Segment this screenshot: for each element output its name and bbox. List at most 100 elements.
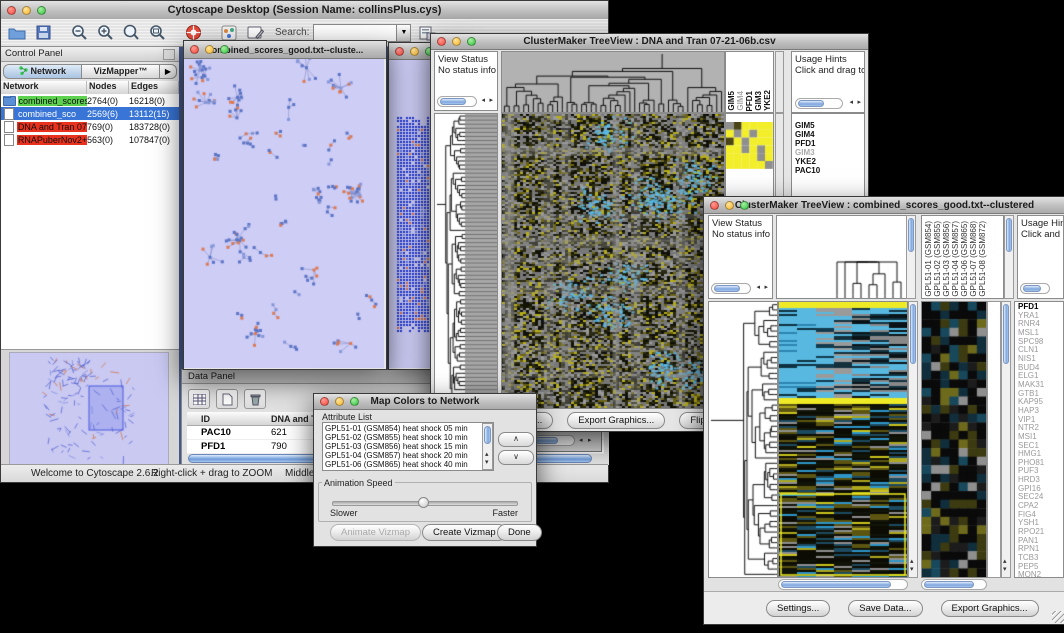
- search-dropdown-button[interactable]: ▼: [397, 24, 411, 42]
- close-icon[interactable]: [320, 397, 329, 406]
- zoom-out-icon[interactable]: [69, 23, 89, 43]
- treeview1-titlebar[interactable]: ClusterMaker TreeView : DNA and Tran 07-…: [431, 34, 868, 50]
- tv2-button[interactable]: Export Graphics...: [941, 600, 1039, 617]
- minimize-icon[interactable]: [410, 47, 419, 56]
- attribute-list-item[interactable]: GPL51-01 (GSM854) heat shock 05 min: [323, 424, 481, 433]
- tv1-gene-label[interactable]: GIM3: [795, 148, 820, 157]
- attribute-list-item[interactable]: GPL51-02 (GSM855) heat shock 10 min: [323, 433, 481, 442]
- tv2-column-dendrogram[interactable]: [776, 215, 908, 299]
- scroll-left-icon[interactable]: [756, 283, 760, 293]
- move-up-button[interactable]: ∧: [498, 432, 534, 447]
- scroll-left-icon[interactable]: [481, 96, 485, 106]
- tab-network[interactable]: Network: [3, 64, 82, 79]
- birdseye-panel[interactable]: [1, 349, 179, 465]
- attribute-list-item[interactable]: GPL51-07 (GSM868) heat shock 60 min: [323, 469, 481, 471]
- minimize-icon[interactable]: [22, 6, 31, 15]
- tv2-status-hscrollbar[interactable]: [711, 283, 751, 294]
- tv2-heatmap-hscrollbar[interactable]: [778, 579, 908, 590]
- attribute-list[interactable]: GPL51-01 (GSM854) heat shock 05 minGPL51…: [322, 422, 494, 471]
- minimize-icon[interactable]: [452, 37, 461, 46]
- col-network[interactable]: Network: [1, 81, 87, 94]
- tv2-zoom-heatmap[interactable]: [921, 301, 987, 578]
- scroll-down-icon[interactable]: [1003, 565, 1007, 575]
- tv2-gene-list[interactable]: PFD1YRA1RNR4MSL1SPC98CLN1NIS1BUD4ELG1MAK…: [1014, 301, 1064, 578]
- zoom-window-icon[interactable]: [740, 201, 749, 210]
- scroll-down-icon[interactable]: [910, 565, 914, 575]
- network-row[interactable]: combined_sco2569(6)13112(15): [1, 107, 179, 120]
- tv1-column-dendrogram[interactable]: [501, 51, 725, 113]
- id-column-header[interactable]: ID: [187, 414, 271, 424]
- tv1-global-heatmap[interactable]: [501, 113, 725, 409]
- close-icon[interactable]: [710, 201, 719, 210]
- birdseye-canvas[interactable]: [9, 352, 169, 465]
- search-input[interactable]: [313, 24, 397, 42]
- resize-grip[interactable]: [1052, 611, 1064, 623]
- zoom-selected-icon[interactable]: [121, 23, 141, 43]
- tv1-gene-label[interactable]: PAC10: [795, 166, 820, 175]
- scroll-left-icon[interactable]: [849, 98, 853, 108]
- done-button[interactable]: Done: [497, 524, 542, 541]
- zoom-window-icon[interactable]: [467, 37, 476, 46]
- scroll-right-icon[interactable]: [764, 283, 768, 293]
- col-nodes[interactable]: Nodes: [87, 81, 129, 94]
- scroll-left-icon[interactable]: [579, 436, 583, 446]
- float-panel-icon[interactable]: [163, 49, 175, 60]
- select-attributes-icon[interactable]: [188, 389, 210, 409]
- zoom-window-icon[interactable]: [220, 45, 229, 54]
- attribute-list-item[interactable]: GPL51-06 (GSM865) heat shock 40 min: [323, 460, 481, 469]
- minimize-icon[interactable]: [725, 201, 734, 210]
- zoom-window-icon[interactable]: [37, 6, 46, 15]
- zoom-fit-icon[interactable]: [147, 23, 167, 43]
- network-row[interactable]: DNA and Tran 07769(0)183728(0): [1, 120, 179, 133]
- delete-attribute-icon[interactable]: [244, 389, 266, 409]
- close-icon[interactable]: [190, 45, 199, 54]
- main-titlebar[interactable]: Cytoscape Desktop (Session Name: collins…: [1, 1, 608, 20]
- tv1-button[interactable]: Export Graphics...: [567, 412, 665, 429]
- tv1-row-dendrogram[interactable]: [434, 113, 498, 409]
- tv2-zoom-hscrollbar[interactable]: [921, 579, 987, 590]
- zoom-in-icon[interactable]: [95, 23, 115, 43]
- save-icon[interactable]: [33, 23, 53, 43]
- open-file-icon[interactable]: [7, 23, 27, 43]
- minimize-icon[interactable]: [335, 397, 344, 406]
- slider-thumb[interactable]: [418, 497, 429, 508]
- tv2-hints-hscrollbar[interactable]: [1020, 283, 1050, 294]
- network-row[interactable]: combined_scores2764(0)16218(0): [1, 94, 179, 107]
- create-vizmap-button[interactable]: Create Vizmap: [422, 524, 507, 541]
- tv2-coldendro-vscrollbar[interactable]: [906, 215, 916, 299]
- animation-slider[interactable]: [332, 497, 516, 507]
- tv2-row-dendrogram[interactable]: [708, 301, 778, 578]
- tv1-gene-label[interactable]: PFD1: [795, 139, 820, 148]
- treeview2-titlebar[interactable]: ClusterMaker TreeView : combined_scores_…: [704, 197, 1064, 214]
- zoom-window-icon[interactable]: [350, 397, 359, 406]
- tv2-genelist-vscrollbar[interactable]: [1001, 301, 1011, 578]
- animate-vizmap-button[interactable]: Animate Vizmap: [330, 524, 421, 541]
- minimize-icon[interactable]: [205, 45, 214, 54]
- tv1-hints-hscrollbar[interactable]: [795, 98, 843, 109]
- attribute-list-vscrollbar[interactable]: [482, 423, 493, 470]
- network-row[interactable]: RNAPuberNov2+563(0)107847(0): [1, 133, 179, 146]
- scroll-right-icon[interactable]: [588, 436, 592, 446]
- tv2-button[interactable]: Settings...: [766, 600, 830, 617]
- close-icon[interactable]: [7, 6, 16, 15]
- move-down-button[interactable]: ∨: [498, 450, 534, 465]
- tv1-status-hscrollbar[interactable]: [437, 96, 477, 107]
- tv2-collabels-vscrollbar[interactable]: [1004, 215, 1014, 299]
- tab-overflow-button[interactable]: ▶: [160, 64, 177, 79]
- scroll-right-icon[interactable]: [489, 96, 493, 106]
- tv1-gene-label[interactable]: GIM4: [795, 130, 820, 139]
- tv1-gene-label[interactable]: YKE2: [795, 157, 820, 166]
- scroll-right-icon[interactable]: [857, 98, 861, 108]
- tv1-gene-label[interactable]: GIM5: [795, 121, 820, 130]
- tv2-global-heatmap[interactable]: [778, 301, 908, 578]
- col-edges[interactable]: Edges: [129, 81, 179, 94]
- attribute-list-item[interactable]: GPL51-03 (GSM856) heat shock 15 min: [323, 442, 481, 451]
- network1-titlebar[interactable]: combined_scores_good.txt--cluste...: [184, 41, 386, 59]
- tab-vizmapper[interactable]: VizMapper™: [82, 64, 160, 79]
- attribute-list-item[interactable]: GPL51-04 (GSM857) heat shock 20 min: [323, 451, 481, 460]
- close-icon[interactable]: [437, 37, 446, 46]
- tv2-button[interactable]: Save Data...: [848, 600, 922, 617]
- tv2-gene-label[interactable]: MON2: [1018, 571, 1044, 578]
- dialog-titlebar[interactable]: Map Colors to Network: [314, 394, 536, 410]
- new-attribute-icon[interactable]: [216, 389, 238, 409]
